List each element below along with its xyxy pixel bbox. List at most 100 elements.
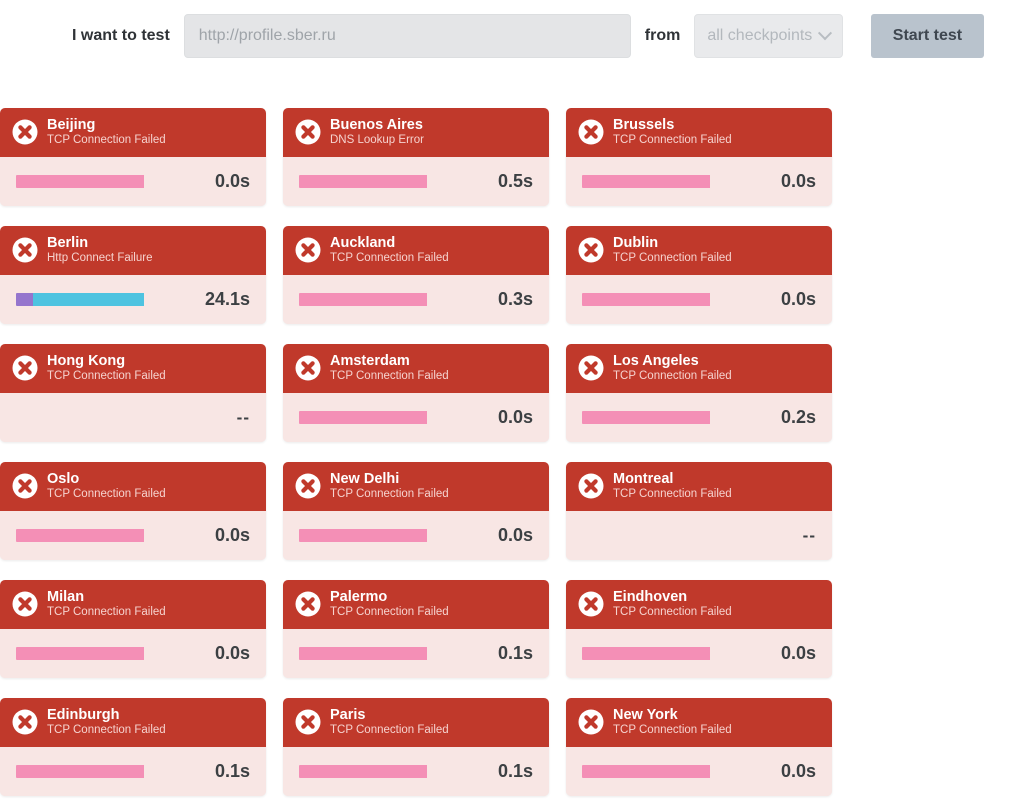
checkpoint-card[interactable]: Amsterdam TCP Connection Failed 0.0s [283,344,549,442]
timing-bar [582,293,760,306]
error-circle-x-icon [295,709,321,735]
timing-bar [582,647,760,660]
error-circle-x-icon [12,119,38,145]
card-body: 24.1s [0,275,266,324]
load-time-value: 24.1s [204,289,250,309]
checkpoint-city-name: Brussels [613,116,675,133]
from-label: from [644,27,681,44]
checkpoint-city-name: Montreal [613,470,674,487]
start-test-button[interactable]: Start test [870,14,984,58]
error-circle-x-icon [295,237,321,263]
timing-bar [299,529,477,542]
card-header: Berlin Http Connect Failure [0,226,266,275]
timing-bar-segment [582,293,711,306]
checkpoint-city-name: Los Angeles [613,352,699,369]
timing-bar-segment [32,293,145,306]
timing-bar [299,647,477,660]
card-body: 0.5s [283,157,549,206]
checkpoint-card[interactable]: Hong Kong TCP Connection Failed -- [0,344,266,442]
load-time-value: 0.0s [214,171,250,191]
checkpoint-card[interactable]: Milan TCP Connection Failed 0.0s [0,580,266,678]
card-header: Edinburgh TCP Connection Failed [0,698,266,747]
error-circle-x-icon [295,473,321,499]
load-time-value: 0.0s [214,525,250,545]
checkpoint-card[interactable]: Beijing TCP Connection Failed 0.0s [0,108,266,206]
card-header-text: Edinburgh TCP Connection Failed [47,707,166,737]
checkpoint-card[interactable]: Berlin Http Connect Failure 24.1s [0,226,266,324]
card-body: 0.1s [0,747,266,796]
checkpoint-city-name: Eindhoven [613,588,688,605]
card-header-text: Beijing TCP Connection Failed [47,117,166,147]
checkpoint-city-name: Hong Kong [47,352,126,369]
card-header: Beijing TCP Connection Failed [0,108,266,157]
timing-bar-segment [16,293,33,306]
error-circle-x-icon [12,591,38,617]
checkpoint-card[interactable]: Eindhoven TCP Connection Failed 0.0s [566,580,832,678]
timing-bar [582,411,760,424]
timing-bar [16,175,194,188]
checkpoint-card[interactable]: New Delhi TCP Connection Failed 0.0s [283,462,549,560]
timing-bar [582,175,760,188]
card-body: 0.0s [566,275,832,324]
checkpoint-card[interactable]: Los Angeles TCP Connection Failed 0.2s [566,344,832,442]
card-header-text: Milan TCP Connection Failed [47,589,166,619]
load-time-value: 0.0s [497,407,533,427]
card-body: 0.0s [566,629,832,678]
timing-bar [299,411,477,424]
checkpoint-city-name: Beijing [47,116,96,133]
checkpoint-city-name: Dublin [613,234,659,251]
error-circle-x-icon [12,355,38,381]
results-grid: Beijing TCP Connection Failed 0.0s Buenos A… [0,108,1024,796]
error-circle-x-icon [578,119,604,145]
checkpoint-city-name: Oslo [47,470,80,487]
load-time-value: -- [236,407,250,427]
timing-bar-segment [16,647,145,660]
checkpoint-status-text: TCP Connection Failed [330,488,449,501]
card-body: 0.0s [0,629,266,678]
card-header-text: New York TCP Connection Failed [613,707,732,737]
load-time-value: 0.1s [214,761,250,781]
error-circle-x-icon [578,709,604,735]
checkpoint-select[interactable]: all checkpoints [694,14,843,58]
error-circle-x-icon [578,237,604,263]
checkpoint-card[interactable]: New York TCP Connection Failed 0.0s [566,698,832,796]
checkpoint-card[interactable]: Edinburgh TCP Connection Failed 0.1s [0,698,266,796]
checkpoint-card[interactable]: Palermo TCP Connection Failed 0.1s [283,580,549,678]
checkpoint-card[interactable]: Paris TCP Connection Failed 0.1s [283,698,549,796]
checkpoint-card[interactable]: Oslo TCP Connection Failed 0.0s [0,462,266,560]
checkpoint-card[interactable]: Buenos Aires DNS Lookup Error 0.5s [283,108,549,206]
checkpoint-status-text: TCP Connection Failed [613,134,732,147]
card-body: 0.1s [283,747,549,796]
error-circle-x-icon [295,591,321,617]
checkpoint-card[interactable]: Auckland TCP Connection Failed 0.3s [283,226,549,324]
card-body: 0.0s [283,393,549,442]
checkpoint-card[interactable]: Dublin TCP Connection Failed 0.0s [566,226,832,324]
timing-bar [16,765,194,778]
checkpoint-card[interactable]: Montreal TCP Connection Failed -- [566,462,832,560]
checkpoint-select-value: all checkpoints [707,27,813,44]
timing-bar [299,293,477,306]
card-header: Milan TCP Connection Failed [0,580,266,629]
card-body: 0.1s [283,629,549,678]
checkpoint-city-name: Milan [47,588,85,605]
checkpoint-status-text: TCP Connection Failed [47,724,166,737]
load-time-value: 0.0s [780,171,816,191]
error-circle-x-icon [578,355,604,381]
card-header: Montreal TCP Connection Failed [566,462,832,511]
card-header: Palermo TCP Connection Failed [283,580,549,629]
checkpoint-city-name: Auckland [330,234,396,251]
checkpoint-card[interactable]: Brussels TCP Connection Failed 0.0s [566,108,832,206]
card-header-text: Palermo TCP Connection Failed [330,589,449,619]
load-time-value: 0.2s [780,407,816,427]
results-row: Beijing TCP Connection Failed 0.0s Buenos A… [0,108,1024,206]
card-header: Buenos Aires DNS Lookup Error [283,108,549,157]
card-body: -- [566,511,832,560]
card-header: Dublin TCP Connection Failed [566,226,832,275]
timing-bar [299,175,477,188]
card-header: Brussels TCP Connection Failed [566,108,832,157]
checkpoint-status-text: TCP Connection Failed [613,724,732,737]
url-input[interactable] [183,14,631,58]
checkpoint-status-text: TCP Connection Failed [613,606,732,619]
load-time-value: -- [802,525,816,545]
timing-bar-segment [582,765,711,778]
